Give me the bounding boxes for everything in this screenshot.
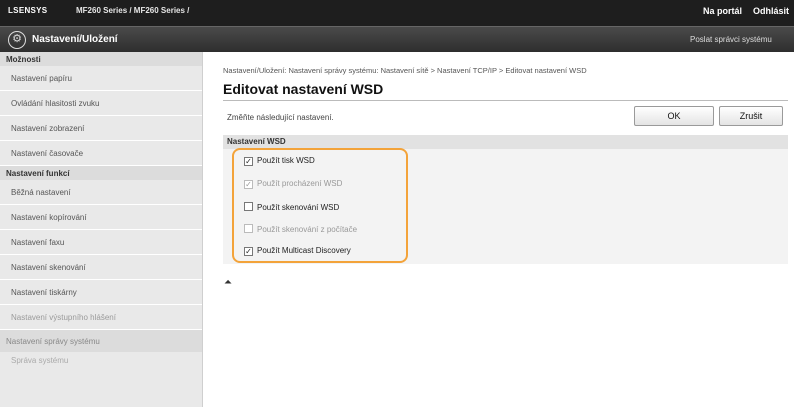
title-divider — [223, 100, 788, 101]
sidebar-item-display[interactable]: Nastavení zobrazení — [0, 116, 202, 141]
cancel-button[interactable]: Zrušit — [719, 106, 783, 126]
sidebar-section-system[interactable]: Nastavení správy systému — [0, 330, 202, 352]
portal-link[interactable]: Na portál — [703, 6, 742, 16]
sidebar-heading-functions: Nastavení funkcí — [0, 166, 202, 180]
sidebar-item-paper[interactable]: Nastavení papíru — [0, 66, 202, 91]
title-bar: ⚙ Nastavení/Uložení Poslat správci systé… — [0, 26, 794, 52]
multicast-discovery-option[interactable]: ✓ Použít Multicast Discovery — [244, 246, 351, 260]
logout-link[interactable]: Odhlásit — [753, 6, 789, 16]
option-label: Použít skenování z počítače — [257, 225, 358, 234]
checkbox-checked-icon[interactable]: ✓ — [244, 157, 253, 166]
wsd-pc-scan-option: Použít skenování z počítače — [244, 224, 357, 238]
option-label: Použít procházení WSD — [257, 179, 343, 188]
checkbox-icon[interactable] — [244, 202, 253, 211]
to-top-icon[interactable]: ⏶ — [224, 277, 232, 288]
sidebar-item-system-management[interactable]: Správa systému — [0, 352, 202, 366]
sidebar-item-timer[interactable]: Nastavení časovače — [0, 141, 202, 166]
wsd-browse-option: ✓ Použít procházení WSD — [244, 179, 342, 193]
option-label: Použít skenování WSD — [257, 203, 340, 212]
checkbox-checked-icon[interactable]: ✓ — [244, 247, 253, 256]
sidebar-item-volume[interactable]: Ovládání hlasitosti zvuku — [0, 91, 202, 116]
sidebar: Možnosti Nastavení papíru Ovládání hlasi… — [0, 52, 203, 407]
sidebar-item-common[interactable]: Běžná nastavení — [0, 180, 202, 205]
page-header-title: Nastavení/Uložení — [32, 34, 118, 45]
brand-logo: LSENSYS — [8, 6, 48, 15]
settings-icon: ⚙ — [8, 31, 26, 49]
sidebar-item-copy[interactable]: Nastavení kopírování — [0, 205, 202, 230]
device-model: MF260 Series / MF260 Series / — [76, 6, 190, 15]
wsd-print-option[interactable]: ✓ Použít tisk WSD — [244, 156, 315, 170]
main-content: Nastavení/Uložení: Nastavení správy syst… — [213, 52, 794, 407]
wsd-scan-option[interactable]: Použít skenování WSD — [244, 202, 339, 216]
sidebar-item-fax[interactable]: Nastavení faxu — [0, 230, 202, 255]
wsd-group-title: Nastavení WSD — [223, 135, 788, 149]
sidebar-item-printer[interactable]: Nastavení tiskárny — [0, 280, 202, 305]
breadcrumb: Nastavení/Uložení: Nastavení správy syst… — [223, 66, 587, 75]
sidebar-item-scan[interactable]: Nastavení skenování — [0, 255, 202, 280]
page-title: Editovat nastavení WSD — [223, 81, 384, 97]
sidebar-item-report[interactable]: Nastavení výstupního hlášení — [0, 305, 202, 330]
option-label: Použít Multicast Discovery — [257, 246, 351, 255]
mail-admin-link[interactable]: Poslat správci systému — [690, 35, 772, 44]
ok-button[interactable]: OK — [634, 106, 714, 126]
checkbox-icon — [244, 224, 253, 233]
instruction-text: Změňte následující nastavení. — [227, 113, 334, 122]
top-bar: LSENSYS MF260 Series / MF260 Series / Na… — [0, 0, 794, 26]
sidebar-heading-options: Možnosti — [0, 52, 202, 66]
option-label: Použít tisk WSD — [257, 156, 315, 165]
checkbox-checked-icon: ✓ — [244, 180, 253, 189]
